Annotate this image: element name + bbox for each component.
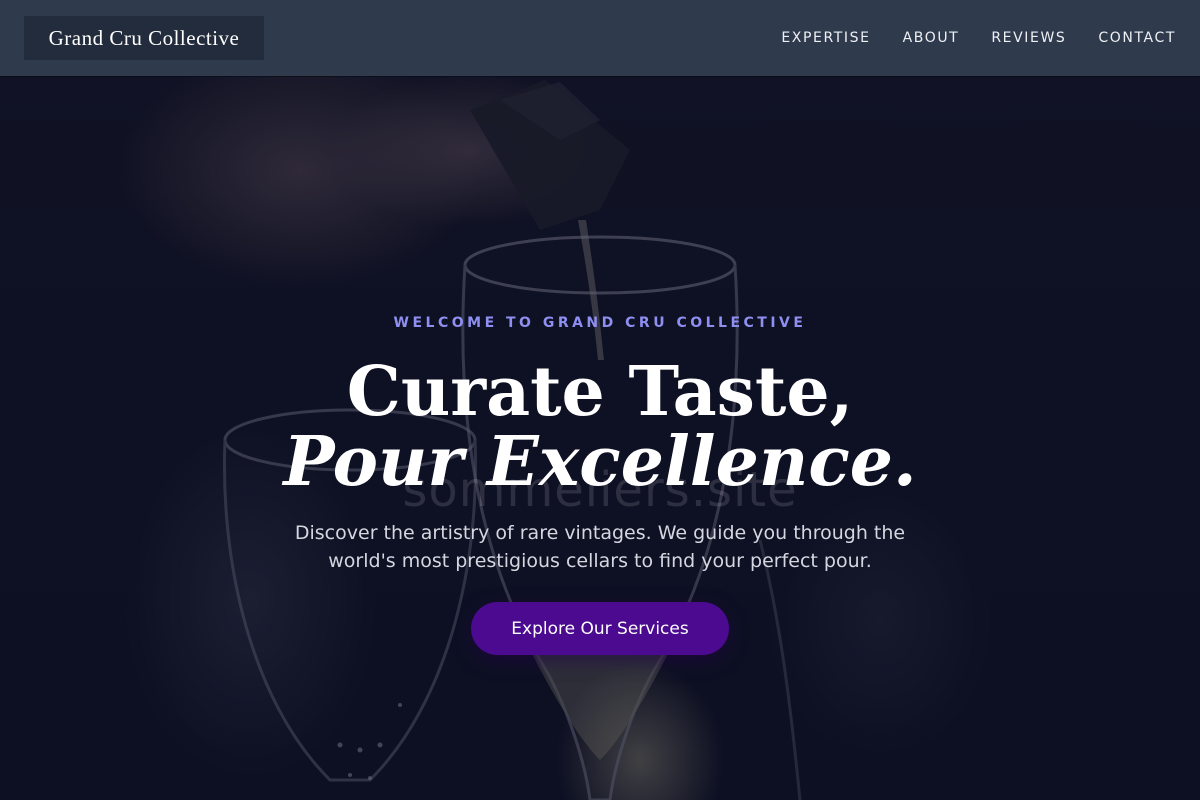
hero-eyebrow: WELCOME TO GRAND CRU COLLECTIVE (393, 315, 807, 331)
nav-link-reviews[interactable]: REVIEWS (991, 30, 1066, 46)
explore-services-button[interactable]: Explore Our Services (471, 602, 729, 655)
nav-link-about[interactable]: ABOUT (903, 30, 960, 46)
main-nav: EXPERTISE ABOUT REVIEWS CONTACT (781, 0, 1176, 76)
hero-subtitle: Discover the artistry of rare vintages. … (294, 522, 906, 572)
logo[interactable]: Grand Cru Collective (24, 16, 264, 60)
nav-link-expertise[interactable]: EXPERTISE (781, 30, 870, 46)
page: sommeliers.site Grand Cru Collective EXP… (0, 0, 1200, 800)
nav-link-contact[interactable]: CONTACT (1098, 30, 1176, 46)
hero-headline-line1: Curate Taste, (346, 352, 854, 432)
site-header: Grand Cru Collective EXPERTISE ABOUT REV… (0, 0, 1200, 76)
hero-headline-line2: Pour Excellence. (283, 422, 917, 502)
